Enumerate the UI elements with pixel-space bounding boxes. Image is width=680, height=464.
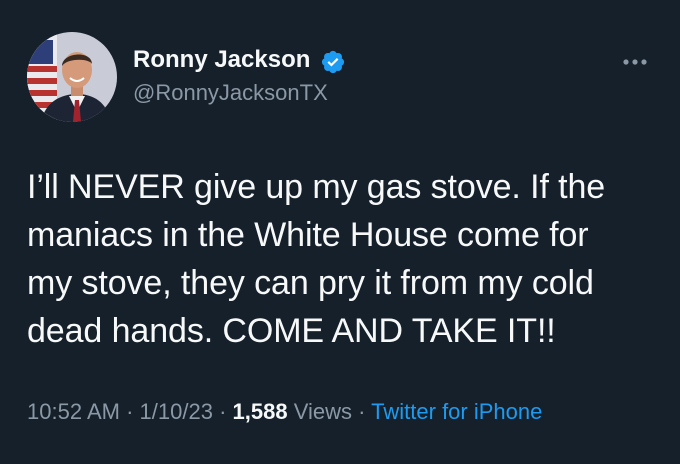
tweet: Ronny Jackson @RonnyJacksonTX I’ll NEVER… — [0, 0, 680, 464]
avatar-image — [27, 32, 117, 122]
meta-separator: · — [358, 399, 366, 424]
tweet-text-line: dead hands. COME AND TAKE IT!! — [27, 312, 556, 350]
tweet-source-link[interactable]: Twitter for iPhone — [371, 399, 542, 424]
views-count: 1,588 — [232, 399, 288, 424]
meta-separator: · — [219, 399, 227, 424]
author-handle[interactable]: @RonnyJacksonTX — [133, 80, 328, 106]
tweet-meta: 10:52 AM · 1/10/23 · 1,588 Views · Twitt… — [27, 398, 542, 426]
verified-badge-icon — [321, 50, 345, 74]
tweet-date[interactable]: 1/10/23 — [140, 399, 213, 424]
tweet-text: I’ll NEVER give up my gas stove. If the m… — [27, 163, 667, 355]
meta-separator: · — [126, 399, 134, 424]
avatar[interactable] — [27, 32, 117, 122]
views-label: Views — [293, 399, 352, 424]
author-name[interactable]: Ronny Jackson — [133, 46, 310, 74]
tweet-text-line: maniacs in the White House come for — [27, 216, 589, 254]
more-options-icon[interactable] — [620, 52, 650, 72]
tweet-text-line: my stove, they can pry it from my cold — [27, 264, 594, 302]
tweet-time[interactable]: 10:52 AM — [27, 399, 120, 424]
tweet-text-line: I’ll NEVER give up my gas stove. If the — [27, 168, 606, 206]
